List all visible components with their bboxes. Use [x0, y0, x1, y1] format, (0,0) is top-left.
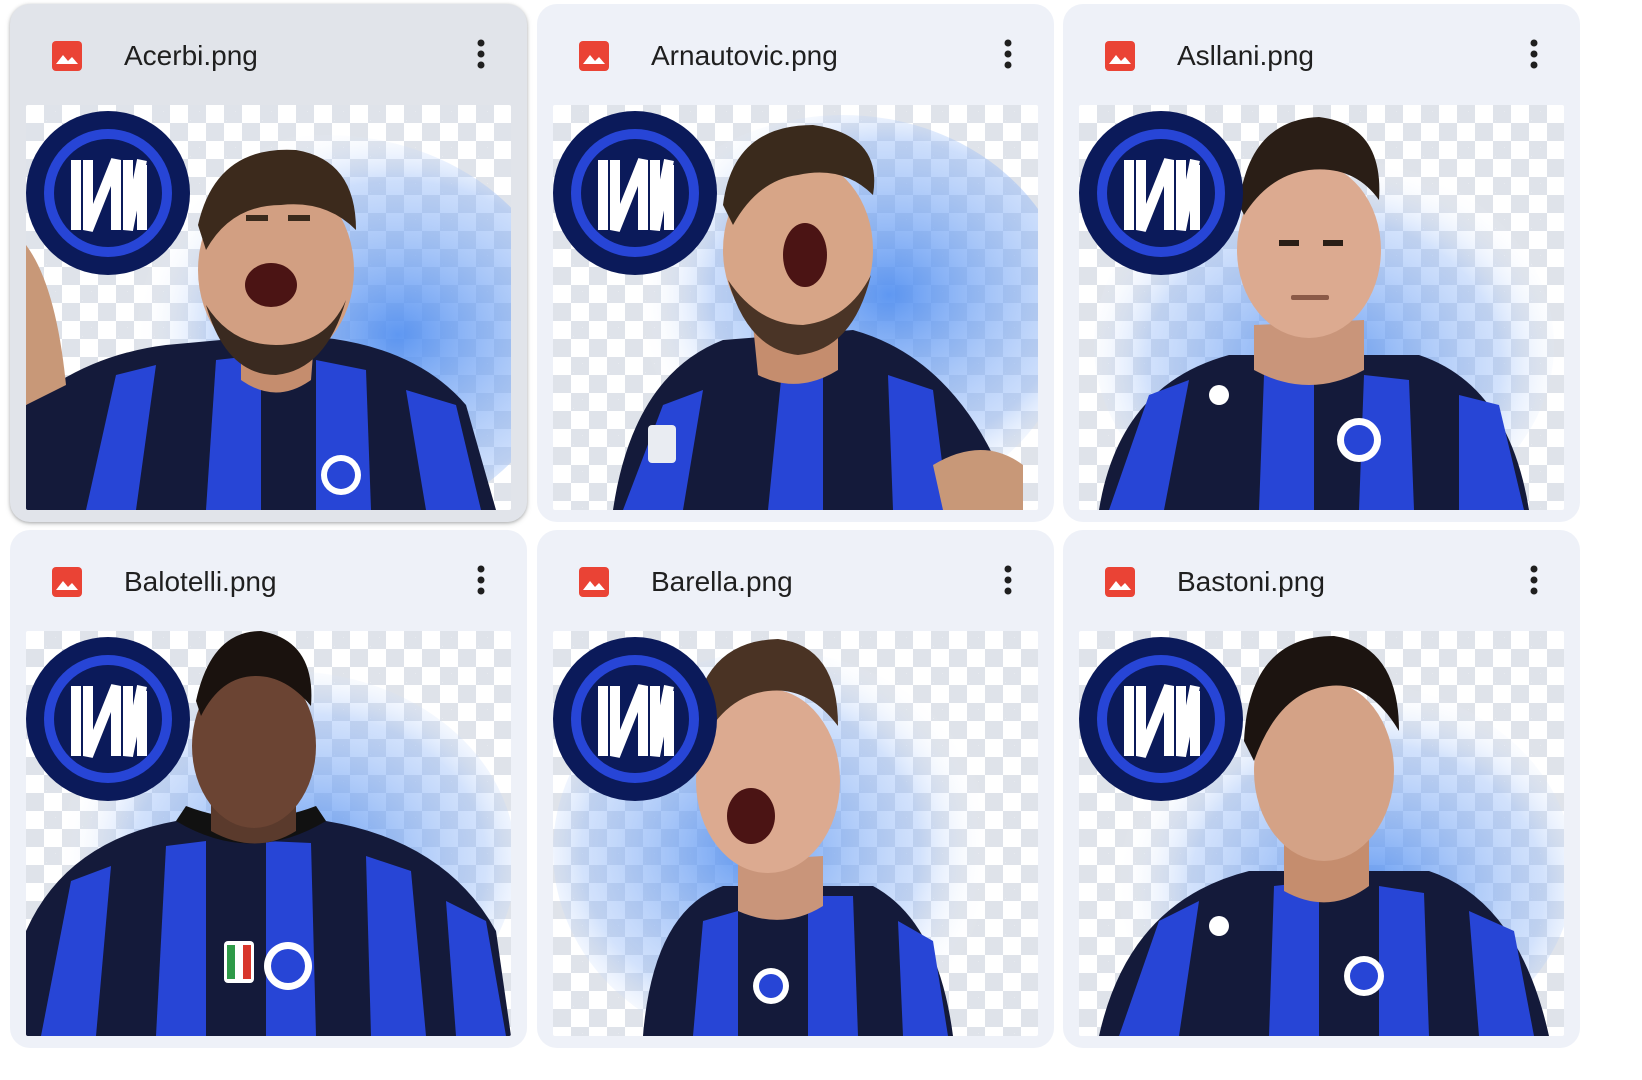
image-thumbnail[interactable]	[553, 631, 1038, 1036]
player-portrait	[553, 637, 993, 1036]
more-vert-icon	[1530, 39, 1538, 69]
image-file-icon	[52, 567, 82, 597]
more-actions-button[interactable]	[459, 558, 503, 606]
file-card[interactable]: Asllani.png	[1063, 4, 1580, 522]
more-vert-icon	[477, 39, 485, 69]
file-name: Asllani.png	[1177, 40, 1314, 71]
image-file-icon	[579, 567, 609, 597]
image-thumbnail[interactable]	[26, 631, 511, 1036]
file-card-header: Bastoni.png	[1063, 530, 1580, 630]
image-thumbnail[interactable]	[26, 105, 511, 510]
player-portrait	[26, 111, 511, 510]
player-portrait	[553, 111, 1038, 510]
file-name: Acerbi.png	[124, 40, 258, 71]
more-actions-button[interactable]	[986, 558, 1030, 606]
file-card[interactable]: Bastoni.png	[1063, 530, 1580, 1048]
file-card-header: Arnautovic.png	[537, 4, 1054, 104]
file-card-header: Barella.png	[537, 530, 1054, 630]
more-vert-icon	[1004, 39, 1012, 69]
image-file-icon	[52, 41, 82, 71]
more-vert-icon	[477, 565, 485, 595]
file-name: Bastoni.png	[1177, 566, 1325, 597]
more-vert-icon	[1530, 565, 1538, 595]
file-name: Barella.png	[651, 566, 793, 597]
more-vert-icon	[1004, 565, 1012, 595]
file-card[interactable]: Balotelli.png	[10, 530, 527, 1048]
image-file-icon	[1105, 41, 1135, 71]
image-thumbnail[interactable]	[1079, 105, 1564, 510]
file-name: Arnautovic.png	[651, 40, 838, 71]
player-portrait	[26, 631, 511, 1036]
file-card-header: Balotelli.png	[10, 530, 527, 630]
image-thumbnail[interactable]	[553, 105, 1038, 510]
file-card[interactable]: Barella.png	[537, 530, 1054, 1048]
file-name: Balotelli.png	[124, 566, 277, 597]
image-thumbnail[interactable]	[1079, 631, 1564, 1036]
file-card[interactable]: Arnautovic.png	[537, 4, 1054, 522]
more-actions-button[interactable]	[1512, 558, 1556, 606]
file-card-header: Acerbi.png	[10, 4, 527, 104]
file-card[interactable]: Acerbi.png	[10, 4, 527, 522]
image-file-icon	[579, 41, 609, 71]
file-grid: Acerbi.png Arnautovic.png Asllani.png Ba…	[0, 0, 1642, 1080]
player-portrait	[1079, 636, 1564, 1036]
more-actions-button[interactable]	[986, 32, 1030, 80]
more-actions-button[interactable]	[1512, 32, 1556, 80]
player-portrait	[1079, 111, 1554, 510]
more-actions-button[interactable]	[459, 32, 503, 80]
image-file-icon	[1105, 567, 1135, 597]
file-card-header: Asllani.png	[1063, 4, 1580, 104]
